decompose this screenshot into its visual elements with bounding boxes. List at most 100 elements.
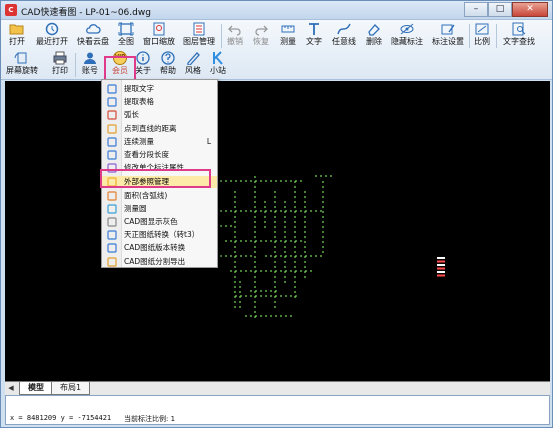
minimize-button[interactable]: – <box>464 2 488 17</box>
text-search-label: 文字查找 <box>503 37 535 46</box>
cursor-coordinates: x = 8481209 y = -7154421 <box>10 414 112 422</box>
drawing-canvas[interactable] <box>5 81 550 381</box>
continuous-measure-icon <box>107 137 117 147</box>
menu-item[interactable]: 弧长 <box>102 109 217 121</box>
measure-label: 测量 <box>280 37 296 46</box>
print-button[interactable]: 打印 <box>49 51 71 76</box>
undo-button[interactable]: 撤销 <box>225 22 245 47</box>
tangent-convert-icon <box>107 230 117 240</box>
cloud-label: 快看云盘 <box>77 37 109 46</box>
history-icon <box>45 22 59 36</box>
menu-item-label: 提取表格 <box>124 97 154 107</box>
layers-icon <box>193 22 205 36</box>
freeline-button[interactable]: 任意线 <box>329 22 359 47</box>
annotation-settings-button[interactable]: 标注设置 <box>430 22 466 47</box>
erase-icon <box>368 24 380 36</box>
freeline-label: 任意线 <box>332 37 356 46</box>
extract-text-icon <box>107 84 117 94</box>
menu-item[interactable]: 连续测量 L <box>102 136 217 148</box>
menu-item[interactable]: CAD图纸版本转换 <box>102 242 217 254</box>
recent-label: 最近打开 <box>36 37 68 46</box>
cad-title-block-mark <box>437 257 445 259</box>
folder-open-icon <box>9 24 24 35</box>
menu-item[interactable]: 查看分段长度 <box>102 149 217 161</box>
menu-item[interactable]: 测量圆 <box>102 203 217 215</box>
fit-all-button[interactable]: 全图 <box>115 22 137 47</box>
hide-annotation-button[interactable]: 隐藏标注 <box>389 22 425 47</box>
layer-manager-button[interactable]: 图层管理 <box>181 22 217 47</box>
info-icon <box>136 51 150 65</box>
menu-item-label: 天正图纸转换（转t3） <box>124 230 200 240</box>
window-controls: – □ ✕ <box>464 2 548 17</box>
menu-item[interactable]: 点到直线的距离 <box>102 123 217 135</box>
station-button[interactable]: 小站 <box>207 51 229 76</box>
cad-title-block-mark <box>437 260 445 263</box>
cad-title-block-mark <box>437 271 445 273</box>
split-export-icon <box>107 256 117 267</box>
area-icon <box>107 190 117 201</box>
scale-button[interactable]: 比例 <box>471 22 493 47</box>
xref-highlight-frame <box>100 169 211 188</box>
cad-title-block-mark <box>437 274 445 277</box>
recent-button[interactable]: 最近打开 <box>34 22 70 47</box>
erase-button[interactable]: 删除 <box>363 22 385 47</box>
menu-item[interactable]: CAD图纸分割导出 <box>102 256 217 268</box>
text-label: 文字 <box>306 37 322 46</box>
menu-item[interactable]: 天正图纸转换（转t3） <box>102 229 217 241</box>
menu-item-label: CAD图显示灰色 <box>124 217 178 226</box>
hide-annotation-label: 隐藏标注 <box>391 37 423 46</box>
rotate-screen-icon <box>14 52 27 64</box>
zoom-window-label: 窗口缩放 <box>143 37 175 46</box>
text-search-icon <box>512 22 526 36</box>
toolbar-divider <box>469 24 470 48</box>
rotate-screen-button[interactable]: 屏幕旋转 <box>5 51 39 76</box>
menu-item[interactable]: 提取表格 <box>102 96 217 108</box>
menu-item[interactable]: CAD图显示灰色 <box>102 216 217 228</box>
account-button[interactable]: 账号 <box>79 51 101 76</box>
toolbar: 打开 最近打开 快看云盘 全图 窗口缩放 图层管理 撤销 恢复 测量 文字 任意… <box>1 20 552 80</box>
cloud-button[interactable]: 快看云盘 <box>75 22 111 47</box>
annotation-settings-label: 标注设置 <box>432 37 464 46</box>
zoom-window-button[interactable]: 窗口缩放 <box>141 22 177 47</box>
menu-item-label: CAD图纸分割导出 <box>124 256 186 266</box>
style-label: 风格 <box>185 66 201 75</box>
tab-model[interactable]: 模型 <box>19 382 53 395</box>
measure-circle-icon <box>107 204 117 214</box>
triangle-left-icon[interactable]: ◀ <box>5 383 17 394</box>
close-button[interactable]: ✕ <box>512 2 548 17</box>
tab-layout1[interactable]: 布局1 <box>51 382 91 395</box>
extract-table-icon <box>107 97 117 107</box>
cad-title-block-mark <box>437 267 445 270</box>
toolbar-divider <box>496 24 497 48</box>
hide-annotation-icon <box>400 23 414 35</box>
redo-button[interactable]: 恢复 <box>251 22 271 47</box>
menu-item[interactable]: 提取文字 <box>102 83 217 95</box>
open-button[interactable]: 打开 <box>5 22 29 47</box>
arc-length-icon <box>107 110 117 120</box>
open-label: 打开 <box>9 37 25 46</box>
menu-item-label: CAD图纸版本转换 <box>124 243 186 253</box>
style-button[interactable]: 风格 <box>182 51 204 76</box>
menu-item-shortcut: L <box>206 136 211 146</box>
measure-button[interactable]: 测量 <box>277 22 299 47</box>
redo-label: 恢复 <box>253 37 269 46</box>
window-title: CAD快速看图 - LP-01~06.dwg <box>21 8 151 18</box>
zoom-window-icon <box>153 22 165 36</box>
maximize-button[interactable]: □ <box>488 2 512 17</box>
status-bar: x = 8481209 y = -7154421 当前标注比例: 1 <box>5 395 550 425</box>
freeline-icon <box>337 23 351 35</box>
menu-item[interactable]: 面积(含弧线) <box>102 190 217 202</box>
menu-item-label: 弧长 <box>124 110 139 120</box>
help-button[interactable]: 帮助 <box>157 51 179 76</box>
fit-all-icon <box>118 22 134 36</box>
text-search-button[interactable]: 文字查找 <box>501 22 537 47</box>
menu-item-label: 提取文字 <box>124 84 154 93</box>
layout-tabs: ◀ 模型 布局1 <box>5 381 550 395</box>
menu-item-label: 测量圆 <box>124 203 147 213</box>
undo-icon <box>228 25 241 36</box>
menu-item-label: 连续测量 <box>124 136 154 146</box>
text-button[interactable]: 文字 <box>303 22 325 47</box>
help-label: 帮助 <box>160 66 176 75</box>
segment-length-icon <box>107 150 117 160</box>
scale-icon <box>475 23 489 35</box>
